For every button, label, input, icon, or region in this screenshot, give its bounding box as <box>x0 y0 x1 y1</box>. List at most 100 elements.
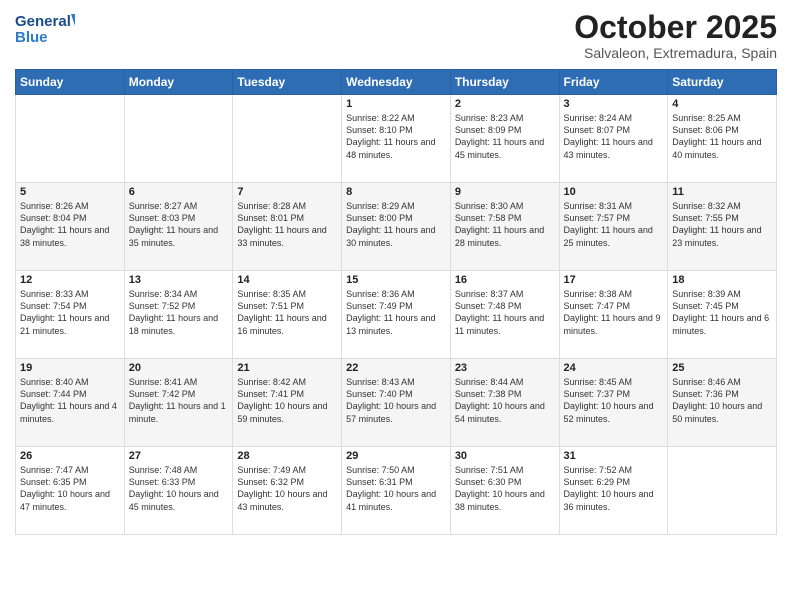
day-info-line: Sunrise: 8:37 AM <box>455 288 555 300</box>
day-info-line: Sunrise: 8:31 AM <box>564 200 664 212</box>
day-number-10: 10 <box>564 186 664 198</box>
day-info-line: Sunrise: 8:27 AM <box>129 200 229 212</box>
day-number-13: 13 <box>129 274 229 286</box>
day-info-line: Daylight: 11 hours and 18 minutes. <box>129 312 229 336</box>
day-info-line: Sunset: 7:57 PM <box>564 212 664 224</box>
day-info-line: Daylight: 11 hours and 43 minutes. <box>564 136 664 160</box>
day-info-line: Sunset: 8:09 PM <box>455 124 555 136</box>
header-saturday: Saturday <box>668 70 777 95</box>
day-info-line: Sunrise: 8:39 AM <box>672 288 772 300</box>
day-info-line: Sunrise: 7:47 AM <box>20 464 120 476</box>
day-info-line: Sunrise: 7:51 AM <box>455 464 555 476</box>
svg-text:General: General <box>15 13 71 30</box>
day-cell-1: 1Sunrise: 8:22 AMSunset: 8:10 PMDaylight… <box>342 95 451 183</box>
day-cell-8: 8Sunrise: 8:29 AMSunset: 8:00 PMDaylight… <box>342 183 451 271</box>
day-number-12: 12 <box>20 274 120 286</box>
empty-cell <box>16 95 125 183</box>
day-info-line: Sunset: 8:04 PM <box>20 212 120 224</box>
day-info-line: Sunrise: 8:40 AM <box>20 376 120 388</box>
day-info-line: Daylight: 10 hours and 59 minutes. <box>237 400 337 424</box>
day-number-25: 25 <box>672 362 772 374</box>
day-number-17: 17 <box>564 274 664 286</box>
day-info-line: Daylight: 11 hours and 25 minutes. <box>564 224 664 248</box>
day-info-line: Sunrise: 7:52 AM <box>564 464 664 476</box>
day-info-line: Daylight: 11 hours and 30 minutes. <box>346 224 446 248</box>
day-cell-14: 14Sunrise: 8:35 AMSunset: 7:51 PMDayligh… <box>233 271 342 359</box>
day-info-line: Daylight: 10 hours and 54 minutes. <box>455 400 555 424</box>
week-row-3: 12Sunrise: 8:33 AMSunset: 7:54 PMDayligh… <box>16 271 777 359</box>
subtitle: Salvaleon, Extremadura, Spain <box>574 45 777 61</box>
day-info-line: Daylight: 10 hours and 43 minutes. <box>237 488 337 512</box>
day-number-27: 27 <box>129 450 229 462</box>
day-cell-28: 28Sunrise: 7:49 AMSunset: 6:32 PMDayligh… <box>233 447 342 535</box>
header-friday: Friday <box>559 70 668 95</box>
day-info-line: Sunrise: 8:41 AM <box>129 376 229 388</box>
day-number-20: 20 <box>129 362 229 374</box>
week-row-2: 5Sunrise: 8:26 AMSunset: 8:04 PMDaylight… <box>16 183 777 271</box>
day-info-line: Sunset: 7:38 PM <box>455 388 555 400</box>
day-info-line: Sunrise: 8:45 AM <box>564 376 664 388</box>
day-info-line: Sunrise: 8:43 AM <box>346 376 446 388</box>
day-info-line: Sunset: 7:52 PM <box>129 300 229 312</box>
day-cell-19: 19Sunrise: 8:40 AMSunset: 7:44 PMDayligh… <box>16 359 125 447</box>
day-cell-23: 23Sunrise: 8:44 AMSunset: 7:38 PMDayligh… <box>450 359 559 447</box>
day-info-line: Sunset: 8:00 PM <box>346 212 446 224</box>
day-info-line: Sunrise: 8:26 AM <box>20 200 120 212</box>
day-cell-12: 12Sunrise: 8:33 AMSunset: 7:54 PMDayligh… <box>16 271 125 359</box>
day-cell-7: 7Sunrise: 8:28 AMSunset: 8:01 PMDaylight… <box>233 183 342 271</box>
day-number-14: 14 <box>237 274 337 286</box>
day-number-18: 18 <box>672 274 772 286</box>
week-row-4: 19Sunrise: 8:40 AMSunset: 7:44 PMDayligh… <box>16 359 777 447</box>
header-monday: Monday <box>124 70 233 95</box>
day-cell-16: 16Sunrise: 8:37 AMSunset: 7:48 PMDayligh… <box>450 271 559 359</box>
day-cell-5: 5Sunrise: 8:26 AMSunset: 8:04 PMDaylight… <box>16 183 125 271</box>
day-info-line: Sunset: 7:45 PM <box>672 300 772 312</box>
day-cell-13: 13Sunrise: 8:34 AMSunset: 7:52 PMDayligh… <box>124 271 233 359</box>
day-number-16: 16 <box>455 274 555 286</box>
logo-wrapper: General Blue <box>15 10 75 46</box>
day-info-line: Daylight: 11 hours and 48 minutes. <box>346 136 446 160</box>
day-info-line: Daylight: 10 hours and 50 minutes. <box>672 400 772 424</box>
day-info-line: Daylight: 11 hours and 33 minutes. <box>237 224 337 248</box>
day-info-line: Sunset: 8:06 PM <box>672 124 772 136</box>
day-number-29: 29 <box>346 450 446 462</box>
day-cell-26: 26Sunrise: 7:47 AMSunset: 6:35 PMDayligh… <box>16 447 125 535</box>
day-info-line: Sunrise: 8:24 AM <box>564 112 664 124</box>
day-number-11: 11 <box>672 186 772 198</box>
empty-cell <box>124 95 233 183</box>
day-info-line: Daylight: 11 hours and 35 minutes. <box>129 224 229 248</box>
day-info-line: Sunrise: 8:36 AM <box>346 288 446 300</box>
day-number-28: 28 <box>237 450 337 462</box>
day-number-1: 1 <box>346 98 446 110</box>
day-info-line: Sunrise: 8:23 AM <box>455 112 555 124</box>
day-info-line: Sunset: 6:31 PM <box>346 476 446 488</box>
day-info-line: Daylight: 11 hours and 9 minutes. <box>564 312 664 336</box>
day-info-line: Sunset: 6:35 PM <box>20 476 120 488</box>
day-info-line: Sunset: 7:42 PM <box>129 388 229 400</box>
day-info-line: Daylight: 11 hours and 6 minutes. <box>672 312 772 336</box>
empty-cell <box>233 95 342 183</box>
day-info-line: Daylight: 10 hours and 47 minutes. <box>20 488 120 512</box>
day-info-line: Sunset: 7:44 PM <box>20 388 120 400</box>
day-info-line: Sunset: 6:29 PM <box>564 476 664 488</box>
day-number-7: 7 <box>237 186 337 198</box>
day-info-line: Sunrise: 8:35 AM <box>237 288 337 300</box>
day-cell-11: 11Sunrise: 8:32 AMSunset: 7:55 PMDayligh… <box>668 183 777 271</box>
day-cell-18: 18 Sunrise: 8:39 AMSunset: 7:45 PMDayligh… <box>668 271 777 359</box>
header: General Blue October 2025 Salvaleon, Ext… <box>15 10 777 61</box>
svg-text:Blue: Blue <box>15 29 48 46</box>
day-info-line: Daylight: 11 hours and 4 minutes. <box>20 400 120 424</box>
day-info-line: Sunset: 7:58 PM <box>455 212 555 224</box>
day-info-line: Sunset: 7:40 PM <box>346 388 446 400</box>
day-cell-27: 27Sunrise: 7:48 AMSunset: 6:33 PMDayligh… <box>124 447 233 535</box>
day-info-line: Sunrise: 8:25 AM <box>672 112 772 124</box>
day-number-6: 6 <box>129 186 229 198</box>
day-info-line: Daylight: 11 hours and 38 minutes. <box>20 224 120 248</box>
day-info-line: Daylight: 10 hours and 38 minutes. <box>455 488 555 512</box>
day-cell-9: 9Sunrise: 8:30 AMSunset: 7:58 PMDaylight… <box>450 183 559 271</box>
day-info-line: Daylight: 11 hours and 16 minutes. <box>237 312 337 336</box>
day-info-line: Sunrise: 8:46 AM <box>672 376 772 388</box>
day-cell-30: 30Sunrise: 7:51 AMSunset: 6:30 PMDayligh… <box>450 447 559 535</box>
day-info-line: Sunrise: 7:49 AM <box>237 464 337 476</box>
day-cell-25: 25Sunrise: 8:46 AMSunset: 7:36 PMDayligh… <box>668 359 777 447</box>
